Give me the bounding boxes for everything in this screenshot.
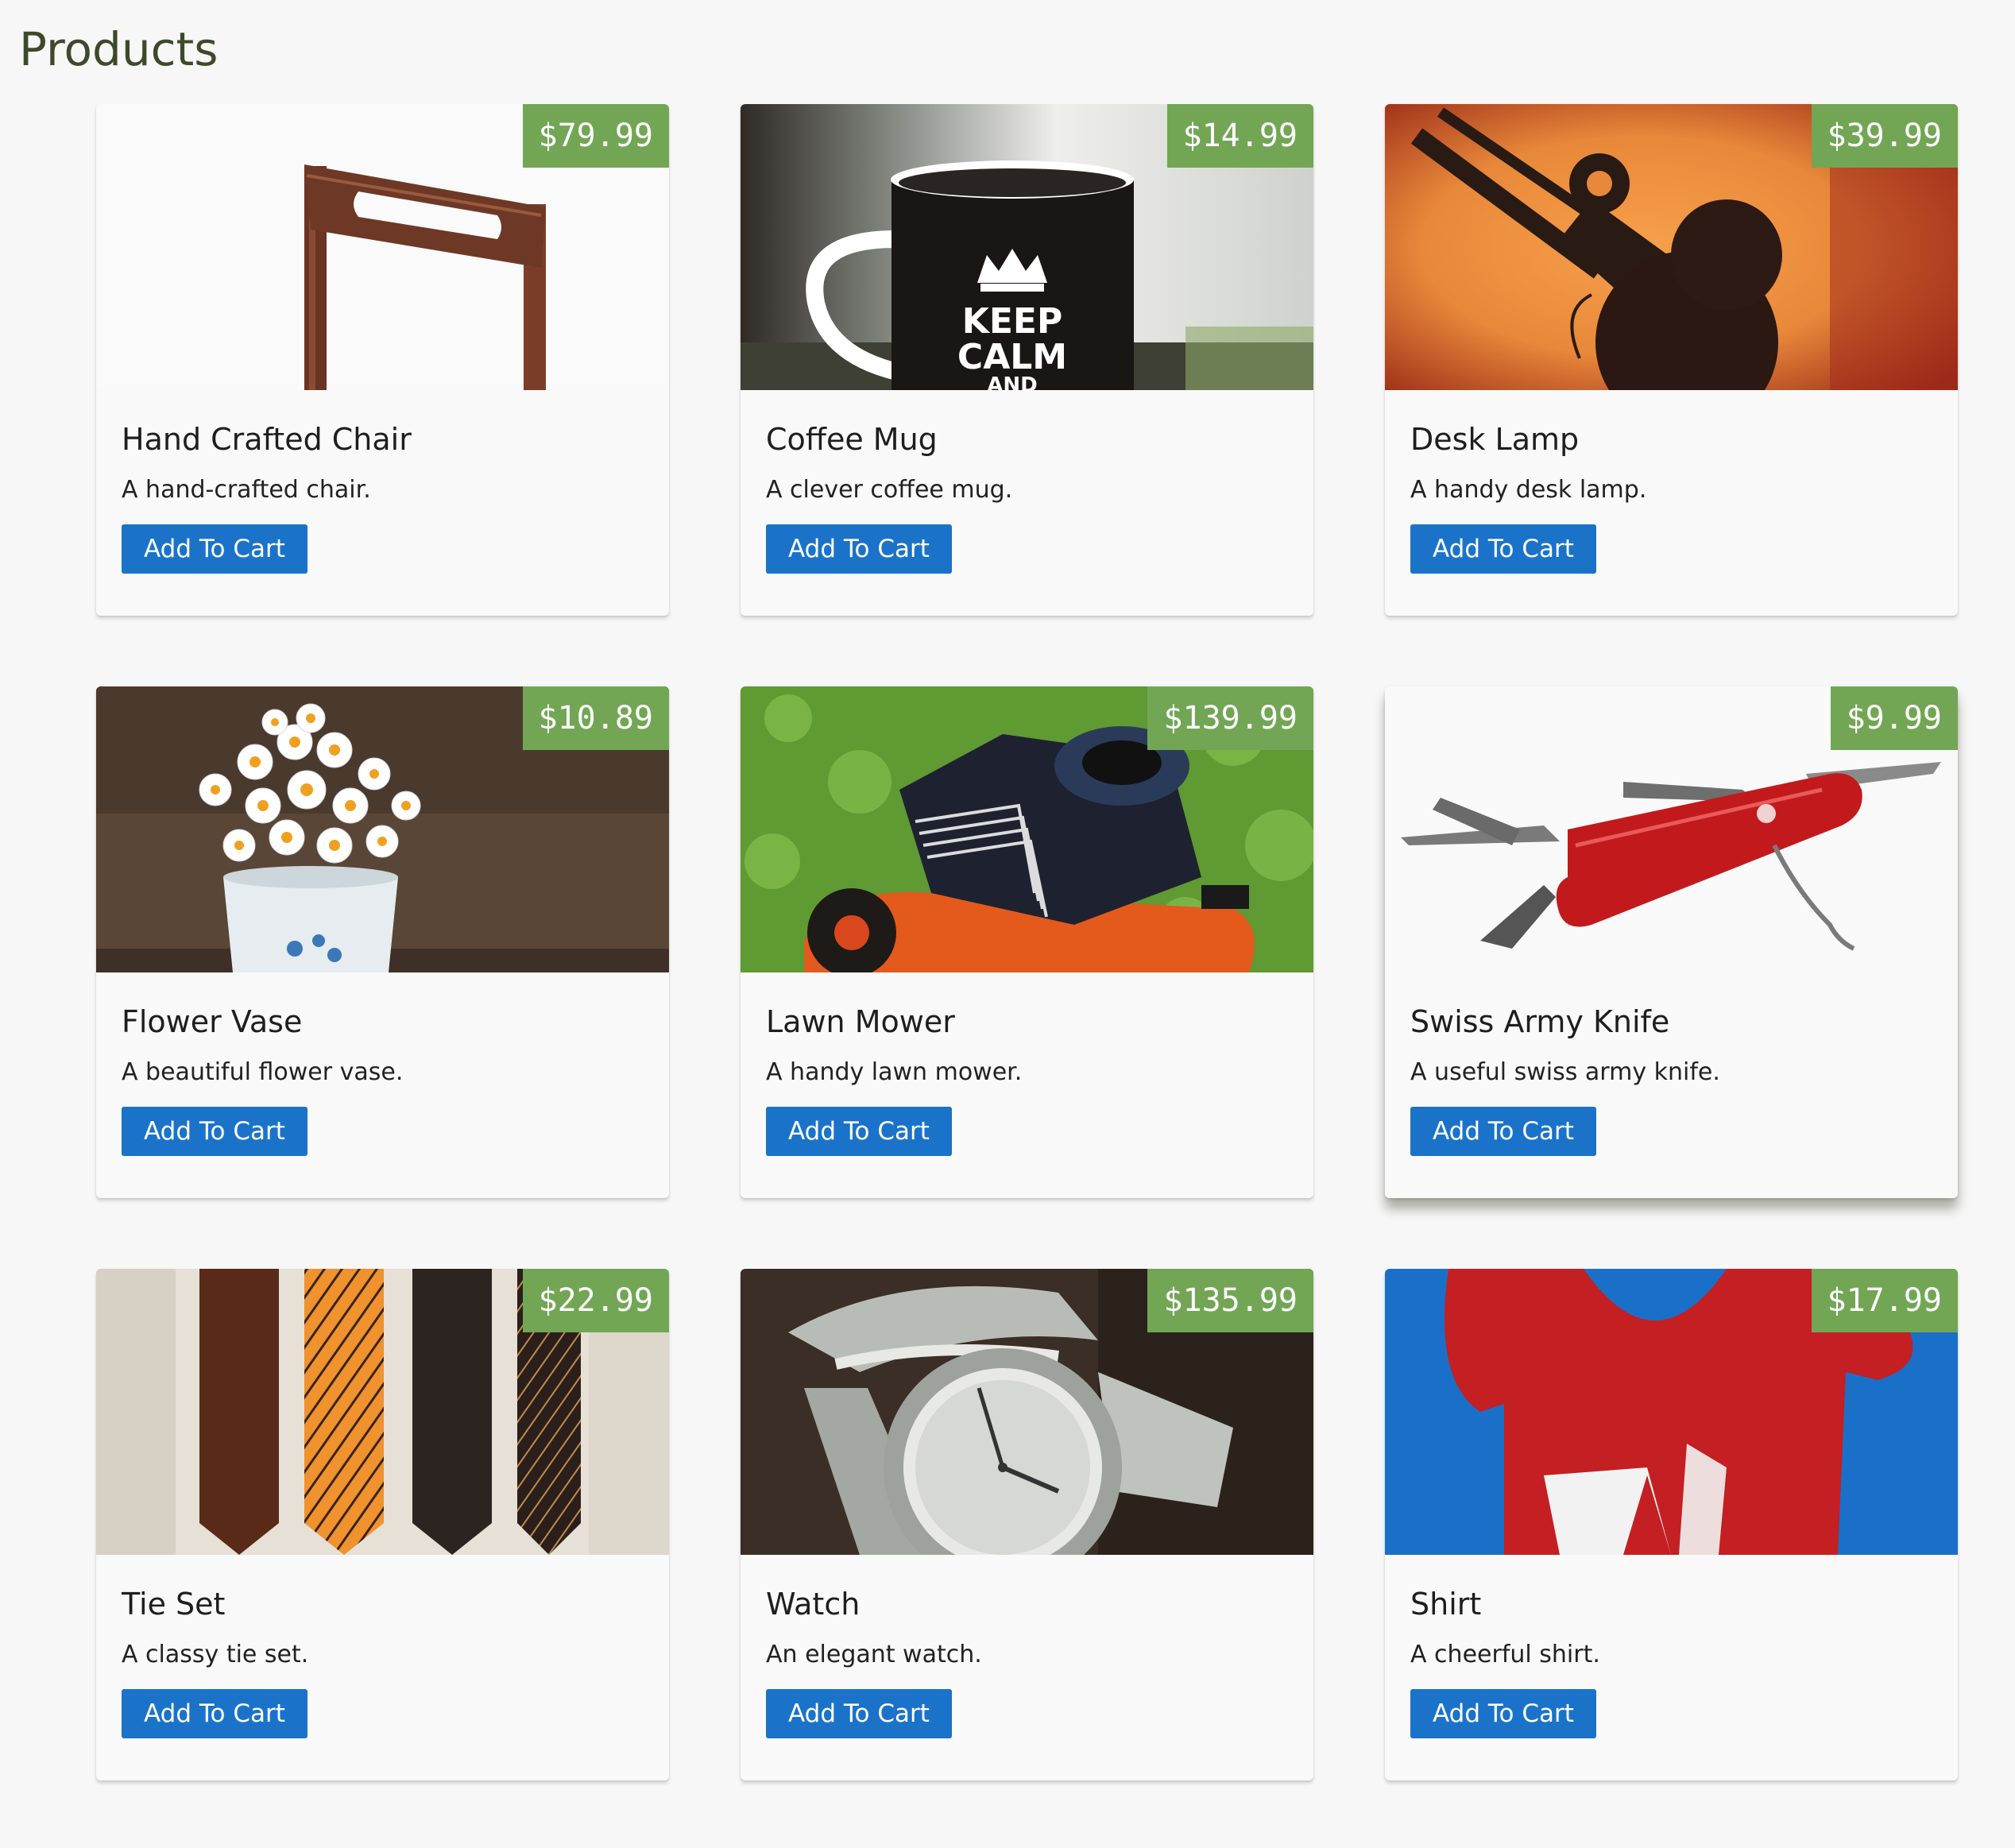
vase-image: $10.89 bbox=[96, 686, 669, 972]
product-name: Flower Vase bbox=[122, 1004, 303, 1039]
price-badge: $139.99 bbox=[1147, 686, 1313, 750]
add-to-cart-button[interactable]: Add To Cart bbox=[766, 1689, 952, 1738]
add-to-cart-button[interactable]: Add To Cart bbox=[122, 524, 307, 574]
product-description: A classy tie set. bbox=[122, 1641, 309, 1668]
lamp-image: $39.99 bbox=[1385, 104, 1958, 390]
product-card: $10.89 Flower Vase A beautiful flower va… bbox=[96, 686, 669, 1198]
mug-image: KEEP CALM AND $14.99 bbox=[741, 104, 1313, 390]
product-description: A useful swiss army knife. bbox=[1410, 1058, 1720, 1086]
mower-image: $139.99 bbox=[741, 686, 1313, 972]
product-name: Shirt bbox=[1410, 1587, 1482, 1622]
add-to-cart-button[interactable]: Add To Cart bbox=[766, 1107, 952, 1156]
product-description: A clever coffee mug. bbox=[766, 476, 1013, 504]
product-card: $139.99 Lawn Mower A handy lawn mower. A… bbox=[741, 686, 1313, 1198]
product-description: A hand-crafted chair. bbox=[122, 476, 371, 504]
price-badge: $14.99 bbox=[1166, 104, 1313, 168]
ties-image: $22.99 bbox=[96, 1269, 669, 1555]
product-card: $9.99 Swiss Army Knife A useful swiss ar… bbox=[1385, 686, 1958, 1198]
product-name: Swiss Army Knife bbox=[1410, 1004, 1670, 1039]
product-description: A handy lawn mower. bbox=[766, 1058, 1023, 1086]
product-name: Lawn Mower bbox=[766, 1004, 955, 1039]
add-to-cart-button[interactable]: Add To Cart bbox=[766, 524, 952, 574]
product-description: A cheerful shirt. bbox=[1410, 1641, 1600, 1668]
mug-text-line-1: KEEP bbox=[962, 301, 1062, 342]
add-to-cart-button[interactable]: Add To Cart bbox=[122, 1107, 307, 1156]
shirt-image: $17.99 bbox=[1385, 1269, 1958, 1555]
product-card: $135.99 Watch An elegant watch. Add To C… bbox=[741, 1269, 1313, 1780]
watch-image: $135.99 bbox=[741, 1269, 1313, 1555]
product-name: Tie Set bbox=[122, 1587, 226, 1622]
add-to-cart-button[interactable]: Add To Cart bbox=[1410, 524, 1596, 574]
product-description: An elegant watch. bbox=[766, 1641, 982, 1668]
price-badge: $39.99 bbox=[1811, 104, 1958, 168]
mug-text-line-2: CALM bbox=[957, 337, 1067, 377]
product-card: KEEP CALM AND $14.99 Coffee Mug A clever… bbox=[741, 104, 1313, 616]
product-name: Desk Lamp bbox=[1410, 422, 1580, 457]
product-name: Coffee Mug bbox=[766, 422, 938, 457]
price-badge: $135.99 bbox=[1147, 1269, 1313, 1332]
price-badge: $17.99 bbox=[1811, 1269, 1958, 1332]
price-badge: $9.99 bbox=[1830, 686, 1958, 750]
add-to-cart-button[interactable]: Add To Cart bbox=[1410, 1107, 1596, 1156]
knife-image: $9.99 bbox=[1385, 686, 1958, 972]
add-to-cart-button[interactable]: Add To Cart bbox=[122, 1689, 307, 1738]
mug-text-line-3: AND bbox=[987, 373, 1037, 390]
product-description: A handy desk lamp. bbox=[1410, 476, 1647, 504]
page-title: Products bbox=[19, 22, 219, 76]
product-name: Watch bbox=[766, 1587, 861, 1622]
add-to-cart-button[interactable]: Add To Cart bbox=[1410, 1689, 1596, 1738]
product-card: $79.99 Hand Crafted Chair A hand-crafted… bbox=[96, 104, 669, 616]
price-badge: $22.99 bbox=[522, 1269, 669, 1332]
price-badge: $79.99 bbox=[522, 104, 669, 168]
product-card: $17.99 Shirt A cheerful shirt. Add To Ca… bbox=[1385, 1269, 1958, 1780]
product-card: $39.99 Desk Lamp A handy desk lamp. Add … bbox=[1385, 104, 1958, 616]
chair-image: $79.99 bbox=[96, 104, 669, 390]
product-card: $22.99 Tie Set A classy tie set. Add To … bbox=[96, 1269, 669, 1780]
price-badge: $10.89 bbox=[522, 686, 669, 750]
product-grid: $79.99 Hand Crafted Chair A hand-crafted… bbox=[96, 104, 1958, 1780]
product-description: A beautiful flower vase. bbox=[122, 1058, 404, 1086]
product-name: Hand Crafted Chair bbox=[122, 422, 412, 457]
